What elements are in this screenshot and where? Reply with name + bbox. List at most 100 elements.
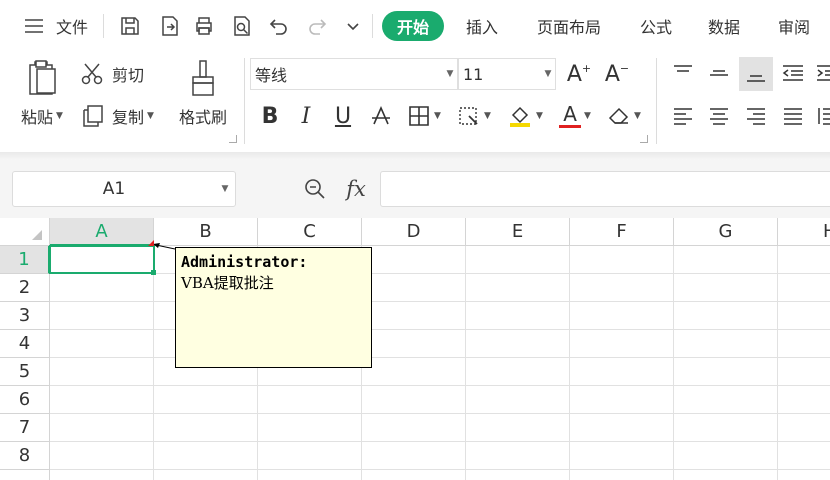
spreadsheet-grid[interactable]: A B C D E F G H 1 2 3 4 5 6 7 8	[0, 218, 830, 480]
grid-cell[interactable]	[50, 386, 154, 414]
select-all-corner[interactable]	[0, 218, 50, 246]
italic-button[interactable]: I	[292, 100, 320, 132]
grid-cell[interactable]	[466, 386, 570, 414]
print-icon[interactable]	[190, 0, 218, 52]
grid-cell[interactable]	[50, 358, 154, 386]
paste-icon[interactable]	[22, 58, 64, 98]
tab-home[interactable]: 开始	[382, 11, 444, 41]
tab-formulas[interactable]: 公式	[632, 0, 680, 52]
distributed-button[interactable]	[812, 100, 830, 132]
column-header-b[interactable]: B	[154, 218, 258, 246]
grid-cell[interactable]	[154, 414, 258, 442]
grid-cell[interactable]	[362, 274, 466, 302]
grid-cell[interactable]	[674, 470, 778, 480]
column-header-h[interactable]: H	[778, 218, 830, 246]
chevron-down-icon[interactable]: ▼	[215, 184, 235, 194]
grid-cell[interactable]	[570, 442, 674, 470]
export-icon[interactable]	[155, 0, 183, 52]
row-header-5[interactable]: 5	[0, 358, 50, 386]
grid-cell[interactable]	[778, 246, 830, 274]
paste-button[interactable]: 粘贴 ▼	[14, 104, 70, 128]
grid-cell[interactable]	[50, 442, 154, 470]
grow-font-button[interactable]: A +	[562, 58, 596, 90]
save-icon[interactable]	[116, 0, 144, 52]
copy-dropdown-icon[interactable]: ▼	[147, 111, 154, 121]
name-box[interactable]: A1 ▼	[12, 171, 236, 207]
print-preview-icon[interactable]	[228, 0, 256, 52]
align-right-button[interactable]	[741, 100, 771, 132]
grid-cell[interactable]	[570, 414, 674, 442]
grid-cell[interactable]	[258, 470, 362, 480]
grid-cell[interactable]	[362, 358, 466, 386]
hamburger-icon[interactable]	[20, 0, 48, 52]
grid-cell[interactable]	[466, 414, 570, 442]
font-launcher-icon[interactable]	[640, 135, 648, 143]
active-cell-a1[interactable]	[49, 245, 155, 274]
borders-button[interactable]: ▼	[402, 100, 446, 132]
copy-button[interactable]: 复制 ▼	[80, 102, 156, 130]
grid-cell[interactable]	[778, 414, 830, 442]
grid-cell[interactable]	[674, 358, 778, 386]
grid-cell[interactable]	[466, 470, 570, 480]
grid-cell[interactable]	[778, 442, 830, 470]
format-painter-button[interactable]: 格式刷	[172, 104, 234, 128]
grid-cell[interactable]	[154, 386, 258, 414]
align-center-button[interactable]	[704, 100, 734, 132]
row-header-9[interactable]	[0, 470, 50, 480]
bold-button[interactable]: B	[256, 100, 284, 132]
grid-cell[interactable]	[570, 274, 674, 302]
increase-indent-button[interactable]	[812, 58, 830, 88]
grid-cell[interactable]	[778, 274, 830, 302]
cut-button[interactable]: 剪切	[80, 60, 156, 88]
zoom-icon[interactable]	[300, 174, 330, 204]
grid-cell[interactable]	[50, 274, 154, 302]
column-header-e[interactable]: E	[466, 218, 570, 246]
row-header-7[interactable]: 7	[0, 414, 50, 442]
clipboard-launcher-icon[interactable]	[229, 135, 237, 143]
grid-cell[interactable]	[362, 442, 466, 470]
paste-dropdown-icon[interactable]: ▼	[56, 111, 63, 121]
grid-cell[interactable]	[570, 246, 674, 274]
redo-icon[interactable]	[303, 0, 331, 52]
grid-cell[interactable]	[154, 442, 258, 470]
grid-cell[interactable]	[466, 246, 570, 274]
column-header-g[interactable]: G	[674, 218, 778, 246]
shrink-font-button[interactable]: A −	[600, 58, 634, 90]
grid-cell[interactable]	[674, 386, 778, 414]
fill-handle[interactable]	[151, 270, 156, 275]
grid-cell[interactable]	[50, 470, 154, 480]
tab-review[interactable]: 审阅	[770, 0, 818, 52]
row-header-3[interactable]: 3	[0, 302, 50, 330]
grid-cell[interactable]	[778, 330, 830, 358]
fill-color-button[interactable]: ▼	[502, 100, 548, 132]
align-top-button[interactable]	[668, 58, 698, 88]
grid-cell[interactable]	[570, 330, 674, 358]
grid-cell[interactable]	[362, 330, 466, 358]
grid-cell[interactable]	[778, 470, 830, 480]
clear-format-button[interactable]: ▼	[602, 100, 646, 132]
grid-cell[interactable]	[466, 358, 570, 386]
grid-cell[interactable]	[362, 302, 466, 330]
grid-cell[interactable]	[258, 414, 362, 442]
grid-cell[interactable]	[466, 442, 570, 470]
grid-cell[interactable]	[50, 302, 154, 330]
font-color-button[interactable]: A ▼	[552, 100, 598, 132]
tab-data[interactable]: 数据	[700, 0, 748, 52]
grid-cell[interactable]	[362, 246, 466, 274]
underline-button[interactable]: U	[328, 100, 358, 132]
grid-cell[interactable]	[778, 358, 830, 386]
grid-cell[interactable]	[570, 470, 674, 480]
grid-cell[interactable]	[570, 302, 674, 330]
more-dropdown-icon[interactable]	[342, 0, 364, 52]
grid-cell[interactable]	[362, 414, 466, 442]
font-name-select[interactable]: 等线 ▼	[250, 58, 458, 90]
insert-function-button[interactable]: fx	[340, 174, 372, 204]
grid-cell[interactable]	[466, 274, 570, 302]
grid-cell[interactable]	[570, 386, 674, 414]
justify-button[interactable]	[778, 100, 808, 132]
formula-input[interactable]	[380, 171, 830, 207]
grid-cell[interactable]	[778, 386, 830, 414]
column-header-c[interactable]: C	[258, 218, 362, 246]
grid-cell[interactable]	[674, 246, 778, 274]
align-left-button[interactable]	[668, 100, 698, 132]
